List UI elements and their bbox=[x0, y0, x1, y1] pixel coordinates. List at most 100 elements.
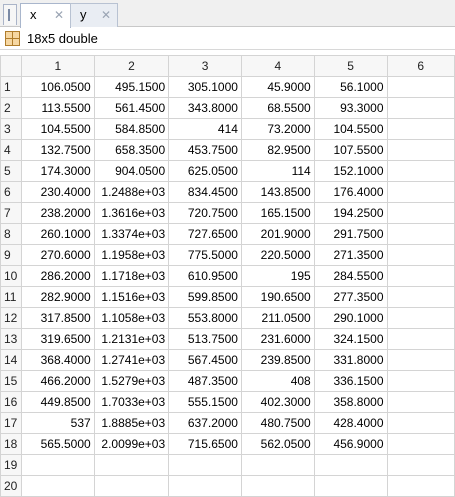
table-cell[interactable]: 152.1000 bbox=[313, 160, 388, 182]
table-cell[interactable]: 553.8000 bbox=[168, 307, 242, 329]
table-cell[interactable]: 93.3000 bbox=[313, 97, 388, 119]
table-cell[interactable]: 190.6500 bbox=[240, 286, 315, 308]
table-cell[interactable]: 1.7033e+03 bbox=[93, 391, 170, 413]
table-cell[interactable]: 324.1500 bbox=[313, 328, 388, 350]
table-cell[interactable]: 165.1500 bbox=[240, 202, 315, 224]
row-header[interactable]: 4 bbox=[0, 139, 22, 161]
row-header[interactable]: 9 bbox=[0, 244, 22, 266]
table-cell[interactable]: 561.4500 bbox=[93, 97, 170, 119]
table-cell[interactable]: 106.0500 bbox=[20, 76, 95, 98]
table-cell[interactable]: 1.1718e+03 bbox=[93, 265, 170, 287]
table-cell[interactable] bbox=[386, 139, 455, 161]
table-cell[interactable] bbox=[386, 328, 455, 350]
table-cell[interactable]: 480.7500 bbox=[240, 412, 315, 434]
row-header[interactable]: 3 bbox=[0, 118, 22, 140]
table-cell[interactable]: 174.3000 bbox=[20, 160, 95, 182]
corner-cell[interactable] bbox=[0, 55, 22, 77]
row-header[interactable]: 2 bbox=[0, 97, 22, 119]
table-cell[interactable]: 201.9000 bbox=[240, 223, 315, 245]
column-header[interactable]: 2 bbox=[93, 55, 170, 77]
table-cell[interactable] bbox=[386, 265, 455, 287]
table-cell[interactable]: 487.3500 bbox=[168, 370, 242, 392]
table-cell[interactable]: 305.1000 bbox=[168, 76, 242, 98]
table-cell[interactable] bbox=[386, 370, 455, 392]
table-cell[interactable]: 114 bbox=[240, 160, 315, 182]
row-header[interactable]: 13 bbox=[0, 328, 22, 350]
row-header[interactable]: 18 bbox=[0, 433, 22, 455]
table-cell[interactable]: 176.4000 bbox=[313, 181, 388, 203]
table-cell[interactable] bbox=[240, 454, 315, 476]
column-header[interactable]: 4 bbox=[240, 55, 315, 77]
table-cell[interactable] bbox=[93, 454, 170, 476]
tab-y[interactable]: y ✕ bbox=[70, 3, 118, 27]
table-cell[interactable] bbox=[386, 160, 455, 182]
table-cell[interactable] bbox=[386, 454, 455, 476]
close-icon[interactable]: ✕ bbox=[54, 4, 64, 26]
table-cell[interactable] bbox=[386, 391, 455, 413]
table-cell[interactable]: 284.5500 bbox=[313, 265, 388, 287]
table-cell[interactable] bbox=[386, 244, 455, 266]
table-cell[interactable]: 1.3374e+03 bbox=[93, 223, 170, 245]
column-header[interactable]: 5 bbox=[313, 55, 388, 77]
table-cell[interactable]: 260.1000 bbox=[20, 223, 95, 245]
table-cell[interactable]: 715.6500 bbox=[168, 433, 242, 455]
table-cell[interactable]: 270.6000 bbox=[20, 244, 95, 266]
row-header[interactable]: 5 bbox=[0, 160, 22, 182]
table-cell[interactable]: 637.2000 bbox=[168, 412, 242, 434]
table-cell[interactable]: 495.1500 bbox=[93, 76, 170, 98]
table-cell[interactable]: 107.5500 bbox=[313, 139, 388, 161]
table-cell[interactable] bbox=[386, 76, 455, 98]
table-cell[interactable] bbox=[20, 475, 95, 497]
table-cell[interactable] bbox=[240, 475, 315, 497]
table-cell[interactable]: 82.9500 bbox=[240, 139, 315, 161]
table-cell[interactable]: 291.7500 bbox=[313, 223, 388, 245]
table-cell[interactable]: 336.1500 bbox=[313, 370, 388, 392]
table-cell[interactable]: 358.8000 bbox=[313, 391, 388, 413]
table-cell[interactable]: 1.1958e+03 bbox=[93, 244, 170, 266]
column-header[interactable]: 3 bbox=[168, 55, 242, 77]
row-header[interactable]: 10 bbox=[0, 265, 22, 287]
table-cell[interactable]: 194.2500 bbox=[313, 202, 388, 224]
table-cell[interactable]: 231.6000 bbox=[240, 328, 315, 350]
table-cell[interactable]: 584.8500 bbox=[93, 118, 170, 140]
table-cell[interactable]: 610.9500 bbox=[168, 265, 242, 287]
row-header[interactable]: 15 bbox=[0, 370, 22, 392]
table-cell[interactable] bbox=[313, 454, 388, 476]
table-cell[interactable]: 73.2000 bbox=[240, 118, 315, 140]
row-header[interactable]: 14 bbox=[0, 349, 22, 371]
table-cell[interactable] bbox=[386, 223, 455, 245]
table-cell[interactable]: 513.7500 bbox=[168, 328, 242, 350]
table-cell[interactable]: 68.5500 bbox=[240, 97, 315, 119]
row-header[interactable]: 11 bbox=[0, 286, 22, 308]
table-cell[interactable] bbox=[386, 307, 455, 329]
column-header[interactable]: 1 bbox=[20, 55, 95, 77]
table-cell[interactable]: 220.5000 bbox=[240, 244, 315, 266]
row-header[interactable]: 12 bbox=[0, 307, 22, 329]
table-cell[interactable]: 143.8500 bbox=[240, 181, 315, 203]
table-cell[interactable]: 720.7500 bbox=[168, 202, 242, 224]
table-cell[interactable]: 775.5000 bbox=[168, 244, 242, 266]
table-cell[interactable]: 428.4000 bbox=[313, 412, 388, 434]
table-cell[interactable]: 1.8885e+03 bbox=[93, 412, 170, 434]
table-cell[interactable]: 271.3500 bbox=[313, 244, 388, 266]
table-cell[interactable]: 466.2000 bbox=[20, 370, 95, 392]
row-header[interactable]: 1 bbox=[0, 76, 22, 98]
table-cell[interactable] bbox=[386, 349, 455, 371]
table-cell[interactable]: 286.2000 bbox=[20, 265, 95, 287]
row-header[interactable]: 20 bbox=[0, 475, 22, 497]
table-cell[interactable] bbox=[168, 454, 242, 476]
table-cell[interactable]: 195 bbox=[240, 265, 315, 287]
table-cell[interactable]: 317.8500 bbox=[20, 307, 95, 329]
table-cell[interactable] bbox=[386, 202, 455, 224]
table-cell[interactable] bbox=[168, 475, 242, 497]
table-cell[interactable]: 625.0500 bbox=[168, 160, 242, 182]
table-cell[interactable]: 537 bbox=[20, 412, 95, 434]
table-cell[interactable] bbox=[386, 433, 455, 455]
table-cell[interactable] bbox=[386, 118, 455, 140]
table-cell[interactable]: 113.5500 bbox=[20, 97, 95, 119]
table-cell[interactable]: 277.3500 bbox=[313, 286, 388, 308]
table-cell[interactable] bbox=[386, 412, 455, 434]
table-cell[interactable] bbox=[386, 286, 455, 308]
table-cell[interactable]: 1.1516e+03 bbox=[93, 286, 170, 308]
table-cell[interactable]: 56.1000 bbox=[313, 76, 388, 98]
